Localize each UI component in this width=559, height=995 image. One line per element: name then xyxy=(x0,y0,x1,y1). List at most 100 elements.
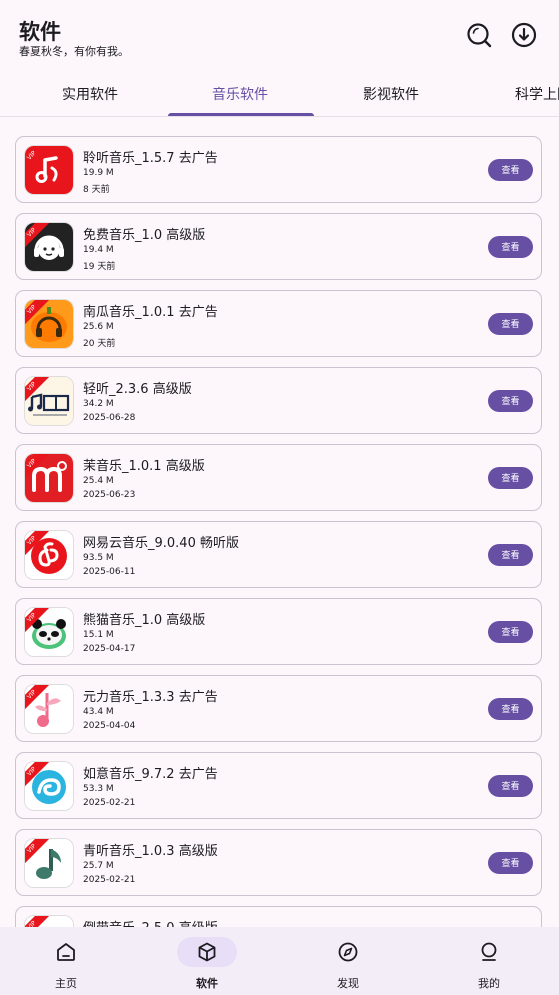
app-size: 53.3 M xyxy=(83,784,114,794)
nav-label: 软件 xyxy=(196,977,218,990)
vip-badge: VIP xyxy=(25,146,51,172)
app-size: 25.4 M xyxy=(83,476,114,486)
list-item[interactable]: VIP 熊猫音乐_1.0 高级版 15.1 M 2025-04-17 查看 xyxy=(15,598,542,665)
vip-badge: VIP xyxy=(25,608,51,634)
view-button[interactable]: 查看 xyxy=(488,467,533,489)
ruyi-icon: VIP xyxy=(24,761,74,811)
nav-home[interactable]: 主页 xyxy=(16,927,116,995)
category-tabs: 实用软件 音乐软件 影视软件 科学上网 xyxy=(0,72,559,117)
yuanli-icon: VIP xyxy=(24,684,74,734)
tab-music[interactable]: 音乐软件 xyxy=(180,72,300,116)
view-button[interactable]: 查看 xyxy=(488,313,533,335)
app-date: 8 天前 xyxy=(83,185,110,195)
download-button[interactable] xyxy=(509,20,539,50)
app-date: 19 天前 xyxy=(83,262,116,272)
app-size: 25.7 M xyxy=(83,861,114,871)
app-name: 网易云音乐_9.0.40 畅听版 xyxy=(83,536,239,551)
daodai-icon: VIP xyxy=(24,915,74,927)
app-name: 茉音乐_1.0.1 高级版 xyxy=(83,459,205,474)
app-name: 免费音乐_1.0 高级版 xyxy=(83,228,206,243)
nav-label: 我的 xyxy=(478,977,500,990)
app-size: 43.4 M xyxy=(83,707,114,717)
app-name: 轻听_2.3.6 高级版 xyxy=(83,382,192,397)
vip-badge: VIP xyxy=(25,454,51,480)
app-name: 聆听音乐_1.5.7 去广告 xyxy=(83,151,218,166)
view-button[interactable]: 查看 xyxy=(488,390,533,412)
app-name: 元力音乐_1.3.3 去广告 xyxy=(83,690,218,705)
list-item[interactable]: VIP 元力音乐_1.3.3 去广告 43.4 M 2025-04-04 查看 xyxy=(15,675,542,742)
vip-badge: VIP xyxy=(25,916,51,927)
vip-badge: VIP xyxy=(25,300,51,326)
vip-badge: VIP xyxy=(25,762,51,788)
person-icon xyxy=(481,942,497,961)
app-name: 青听音乐_1.0.3 高级版 xyxy=(83,844,218,859)
app-date: 2025-06-28 xyxy=(83,413,136,423)
mo-icon: VIP xyxy=(24,453,74,503)
search-button[interactable] xyxy=(464,20,494,50)
tab-vpn[interactable]: 科学上网 xyxy=(482,72,559,116)
app-name: 熊猫音乐_1.0 高级版 xyxy=(83,613,206,628)
nav-software[interactable]: 软件 xyxy=(157,927,257,995)
app-date: 2025-04-17 xyxy=(83,644,136,654)
app-date: 2025-06-11 xyxy=(83,567,136,577)
vip-badge: VIP xyxy=(25,377,51,403)
nav-label: 主页 xyxy=(55,977,77,990)
home-icon xyxy=(57,943,75,961)
nav-discover[interactable]: 发现 xyxy=(298,927,398,995)
nangua-icon: VIP xyxy=(24,299,74,349)
app-size: 19.9 M xyxy=(83,168,114,178)
view-button[interactable]: 查看 xyxy=(488,159,533,181)
app-date: 2025-02-21 xyxy=(83,875,136,885)
netease-icon: VIP xyxy=(24,530,74,580)
list-item[interactable]: VIP 轻听_2.3.6 高级版 34.2 M 2025-06-28 查看 xyxy=(15,367,542,434)
app-size: 25.6 M xyxy=(83,322,114,332)
list-item[interactable]: VIP 聆听音乐_1.5.7 去广告 19.9 M 8 天前 查看 xyxy=(15,136,542,203)
lingting-icon: VIP xyxy=(24,145,74,195)
view-button[interactable]: 查看 xyxy=(488,544,533,566)
app-list: VIP 聆听音乐_1.5.7 去广告 19.9 M 8 天前 查看 VIP 免费… xyxy=(0,117,559,927)
tab-video[interactable]: 影视软件 xyxy=(331,72,451,116)
qingting2-icon: VIP xyxy=(24,838,74,888)
mianfei-icon: VIP xyxy=(24,222,74,272)
compass-icon xyxy=(338,942,358,962)
list-item[interactable]: VIP 免费音乐_1.0 高级版 19.4 M 19 天前 查看 xyxy=(15,213,542,280)
nav-profile[interactable]: 我的 xyxy=(439,927,539,995)
list-item[interactable]: VIP 茉音乐_1.0.1 高级版 25.4 M 2025-06-23 查看 xyxy=(15,444,542,511)
app-name: 南瓜音乐_1.0.1 去广告 xyxy=(83,305,218,320)
app-size: 15.1 M xyxy=(83,630,114,640)
list-item[interactable]: VIP 网易云音乐_9.0.40 畅听版 93.5 M 2025-06-11 查… xyxy=(15,521,542,588)
panda-icon: VIP xyxy=(24,607,74,657)
download-icon xyxy=(511,22,537,48)
app-size: 19.4 M xyxy=(83,245,114,255)
vip-badge: VIP xyxy=(25,531,51,557)
vip-badge: VIP xyxy=(25,685,51,711)
vip-badge: VIP xyxy=(25,839,51,865)
view-button[interactable]: 查看 xyxy=(488,236,533,258)
bottom-navigation: 主页 软件 发现 我的 xyxy=(0,927,559,995)
app-date: 20 天前 xyxy=(83,339,116,349)
view-button[interactable]: 查看 xyxy=(488,621,533,643)
search-icon xyxy=(467,23,492,48)
view-button[interactable]: 查看 xyxy=(488,775,533,797)
app-name: 如意音乐_9.7.2 去广告 xyxy=(83,767,218,782)
view-button[interactable]: 查看 xyxy=(488,852,533,874)
tab-indicator xyxy=(168,113,314,116)
app-date: 2025-06-23 xyxy=(83,490,136,500)
app-name: 倒带音乐_2.5.0 高级版 xyxy=(83,917,218,927)
app-size: 34.2 M xyxy=(83,399,114,409)
tab-utility[interactable]: 实用软件 xyxy=(30,72,150,116)
box-icon xyxy=(198,942,216,962)
list-item[interactable]: VIP 青听音乐_1.0.3 高级版 25.7 M 2025-02-21 查看 xyxy=(15,829,542,896)
view-button[interactable]: 查看 xyxy=(488,698,533,720)
app-header: 软件 春夏秋冬，有你有我。 xyxy=(0,0,559,72)
app-date: 2025-02-21 xyxy=(83,798,136,808)
qingting-icon: VIP xyxy=(24,376,74,426)
page-subtitle: 春夏秋冬，有你有我。 xyxy=(19,45,129,58)
nav-label: 发现 xyxy=(337,977,359,990)
app-size: 93.5 M xyxy=(83,553,114,563)
list-item[interactable]: VIP 南瓜音乐_1.0.1 去广告 25.6 M 20 天前 查看 xyxy=(15,290,542,357)
vip-badge: VIP xyxy=(25,223,51,249)
list-item[interactable]: VIP 倒带音乐_2.5.0 高级版 xyxy=(15,906,542,927)
page-title: 软件 xyxy=(19,20,61,44)
list-item[interactable]: VIP 如意音乐_9.7.2 去广告 53.3 M 2025-02-21 查看 xyxy=(15,752,542,819)
